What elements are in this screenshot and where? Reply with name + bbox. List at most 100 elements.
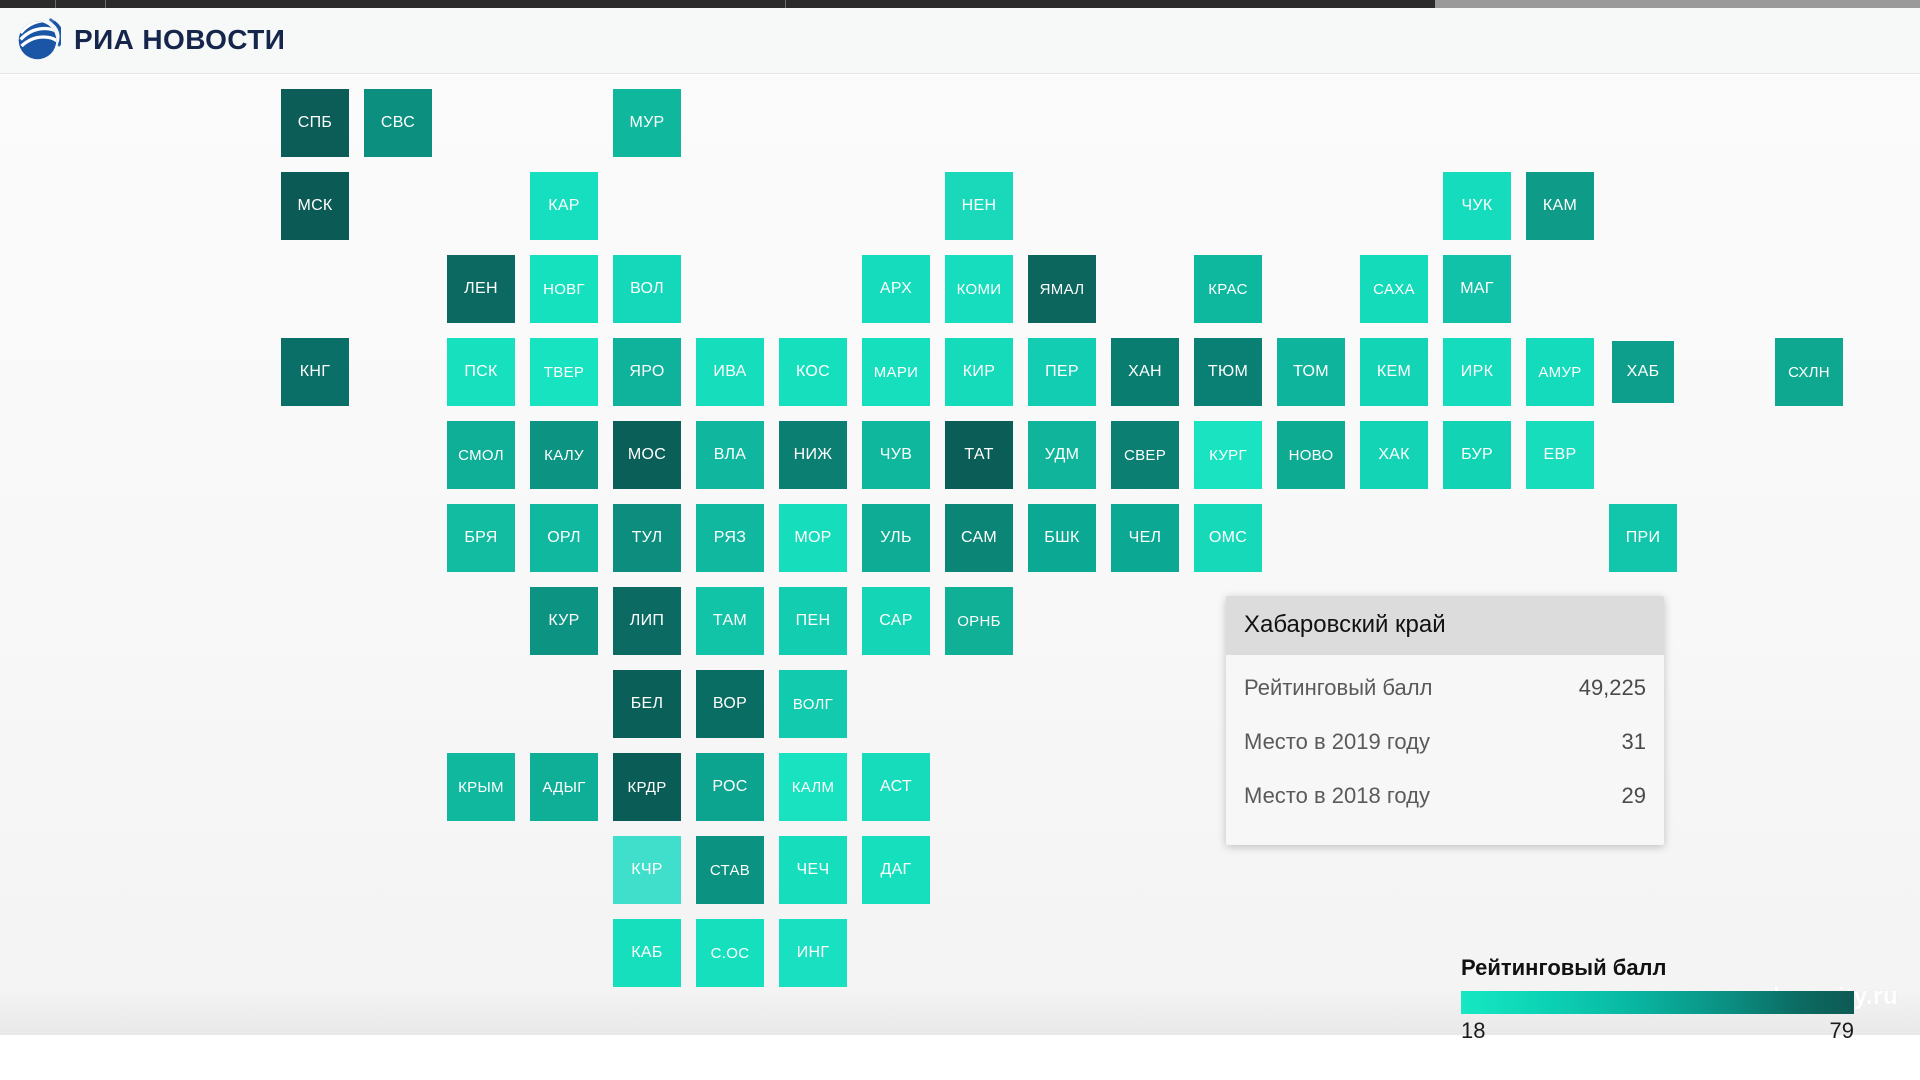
legend-min-value: 18 — [1461, 1018, 1486, 1043]
map-tile-тат[interactable]: ТАТ — [945, 421, 1013, 489]
map-tile-твер[interactable]: ТВЕР — [530, 338, 598, 406]
tooltip-row: Рейтинговый балл 49,225 — [1244, 661, 1646, 715]
map-tile-ирк[interactable]: ИРК — [1443, 338, 1511, 406]
map-tile-кург[interactable]: КУРГ — [1194, 421, 1262, 489]
map-tile-пск[interactable]: ПСК — [447, 338, 515, 406]
map-tile-орнб[interactable]: ОРНБ — [945, 587, 1013, 655]
chrome-seam — [55, 0, 56, 8]
tooltip-row-value: 31 — [1621, 729, 1646, 754]
map-tile-маг[interactable]: МАГ — [1443, 255, 1511, 323]
map-tile-том[interactable]: ТОМ — [1277, 338, 1345, 406]
map-tile-орл[interactable]: ОРЛ — [530, 504, 598, 572]
map-tile-кем[interactable]: КЕМ — [1360, 338, 1428, 406]
map-tile-евр[interactable]: ЕВР — [1526, 421, 1594, 489]
chart-canvas: СПБ СВС МУР МСК КАР НЕН ЧУК КАМ ЛЕН НОВГ ВОЛ АРХ КОМ… — [0, 75, 1920, 1043]
map-tile-сар[interactable]: САР — [862, 587, 930, 655]
chrome-right-area — [1435, 0, 1920, 8]
map-tile-свс[interactable]: СВС — [364, 89, 432, 157]
map-tile-став[interactable]: СТАВ — [696, 836, 764, 904]
map-tile-коми[interactable]: КОМИ — [945, 255, 1013, 323]
map-tile-пен[interactable]: ПЕН — [779, 587, 847, 655]
map-tile-кнг[interactable]: КНГ — [281, 338, 349, 406]
map-tile-новг[interactable]: НОВГ — [530, 255, 598, 323]
map-tile-там[interactable]: ТАМ — [696, 587, 764, 655]
map-tile-сам[interactable]: САМ — [945, 504, 1013, 572]
map-tile-хаб[interactable]: ХАБ — [1612, 341, 1674, 403]
map-tile-саха[interactable]: САХА — [1360, 255, 1428, 323]
map-tile-даг[interactable]: ДАГ — [862, 836, 930, 904]
map-tile-рос[interactable]: РОС — [696, 753, 764, 821]
map-tile-ива[interactable]: ИВА — [696, 338, 764, 406]
legend-scale: 18 79 — [1461, 1018, 1854, 1044]
map-tile-мур[interactable]: МУР — [613, 89, 681, 157]
map-tile-ниж[interactable]: НИЖ — [779, 421, 847, 489]
map-tile-мор[interactable]: МОР — [779, 504, 847, 572]
map-tile-нен[interactable]: НЕН — [945, 172, 1013, 240]
map-tile-ямал[interactable]: ЯМАЛ — [1028, 255, 1096, 323]
tooltip-row-label: Рейтинговый балл — [1244, 675, 1433, 700]
map-tile-ряз[interactable]: РЯЗ — [696, 504, 764, 572]
tooltip-row-label: Место в 2019 году — [1244, 729, 1430, 754]
map-tile-крас[interactable]: КРАС — [1194, 255, 1262, 323]
map-tile-адыг[interactable]: АДЫГ — [530, 753, 598, 821]
legend-gradient-bar — [1461, 991, 1854, 1014]
map-tile-каб[interactable]: КАБ — [613, 919, 681, 987]
map-tile-крдр[interactable]: КРДР — [613, 753, 681, 821]
map-tile-мос[interactable]: МОС — [613, 421, 681, 489]
page-root: РИА НОВОСТИ СПБ СВС МУР МСК КАР НЕН ЧУК КАМ ЛЕН Н… — [0, 0, 1920, 1080]
map-tile-удм[interactable]: УДМ — [1028, 421, 1096, 489]
map-tile-вла[interactable]: ВЛА — [696, 421, 764, 489]
map-tile-пер[interactable]: ПЕР — [1028, 338, 1096, 406]
map-tile-тюм[interactable]: ТЮМ — [1194, 338, 1262, 406]
map-tile-вор[interactable]: ВОР — [696, 670, 764, 738]
map-tile-кур[interactable]: КУР — [530, 587, 598, 655]
map-tile-мари[interactable]: МАРИ — [862, 338, 930, 406]
map-tile-крым[interactable]: КРЫМ — [447, 753, 515, 821]
map-tile-вол[interactable]: ВОЛ — [613, 255, 681, 323]
map-tile-схлн[interactable]: СХЛН — [1775, 338, 1843, 406]
map-tile-свер[interactable]: СВЕР — [1111, 421, 1179, 489]
map-tile-волг[interactable]: ВОЛГ — [779, 670, 847, 738]
map-tile-амур[interactable]: АМУР — [1526, 338, 1594, 406]
map-tile-чеч[interactable]: ЧЕЧ — [779, 836, 847, 904]
map-tile-сос[interactable]: С.ОС — [696, 919, 764, 987]
chrome-seam — [105, 0, 106, 8]
map-tile-бел[interactable]: БЕЛ — [613, 670, 681, 738]
tooltip-row-label: Место в 2018 году — [1244, 783, 1430, 808]
map-tile-смол[interactable]: СМОЛ — [447, 421, 515, 489]
map-tile-омс[interactable]: ОМС — [1194, 504, 1262, 572]
map-tile-уль[interactable]: УЛЬ — [862, 504, 930, 572]
region-tooltip: Хабаровский край Рейтинговый балл 49,225 М… — [1226, 596, 1664, 845]
map-tile-бря[interactable]: БРЯ — [447, 504, 515, 572]
map-tile-арх[interactable]: АРХ — [862, 255, 930, 323]
map-tile-аст[interactable]: АСТ — [862, 753, 930, 821]
map-tile-кар[interactable]: КАР — [530, 172, 598, 240]
map-tile-бур[interactable]: БУР — [1443, 421, 1511, 489]
map-tile-чук[interactable]: ЧУК — [1443, 172, 1511, 240]
map-tile-чув[interactable]: ЧУВ — [862, 421, 930, 489]
map-tile-при[interactable]: ПРИ — [1609, 504, 1677, 572]
map-tile-яро[interactable]: ЯРО — [613, 338, 681, 406]
map-tile-лен[interactable]: ЛЕН — [447, 255, 515, 323]
legend-max-value: 79 — [1829, 1018, 1854, 1043]
map-tile-кир[interactable]: КИР — [945, 338, 1013, 406]
map-tile-спб[interactable]: СПБ — [281, 89, 349, 157]
map-tile-ново[interactable]: НОВО — [1277, 421, 1345, 489]
map-tile-мск[interactable]: МСК — [281, 172, 349, 240]
site-logo[interactable]: РИА НОВОСТИ — [14, 16, 285, 63]
map-tile-калм[interactable]: КАЛМ — [779, 753, 847, 821]
tooltip-row-value: 29 — [1621, 783, 1646, 808]
map-tile-кам[interactable]: КАМ — [1526, 172, 1594, 240]
map-tile-хак[interactable]: ХАК — [1360, 421, 1428, 489]
map-tile-бшк[interactable]: БШК — [1028, 504, 1096, 572]
map-tile-кос[interactable]: КОС — [779, 338, 847, 406]
map-tile-тул[interactable]: ТУЛ — [613, 504, 681, 572]
map-tile-кчр[interactable]: КЧР — [613, 836, 681, 904]
map-tile-инг[interactable]: ИНГ — [779, 919, 847, 987]
map-tile-хан[interactable]: ХАН — [1111, 338, 1179, 406]
tile-grid-map[interactable]: СПБ СВС МУР МСК КАР НЕН ЧУК КАМ ЛЕН НОВГ ВОЛ АРХ КОМ… — [0, 75, 1920, 1035]
map-tile-лип[interactable]: ЛИП — [613, 587, 681, 655]
map-tile-калу[interactable]: КАЛУ — [530, 421, 598, 489]
tooltip-row: Место в 2019 году 31 — [1244, 715, 1646, 769]
map-tile-чел[interactable]: ЧЕЛ — [1111, 504, 1179, 572]
